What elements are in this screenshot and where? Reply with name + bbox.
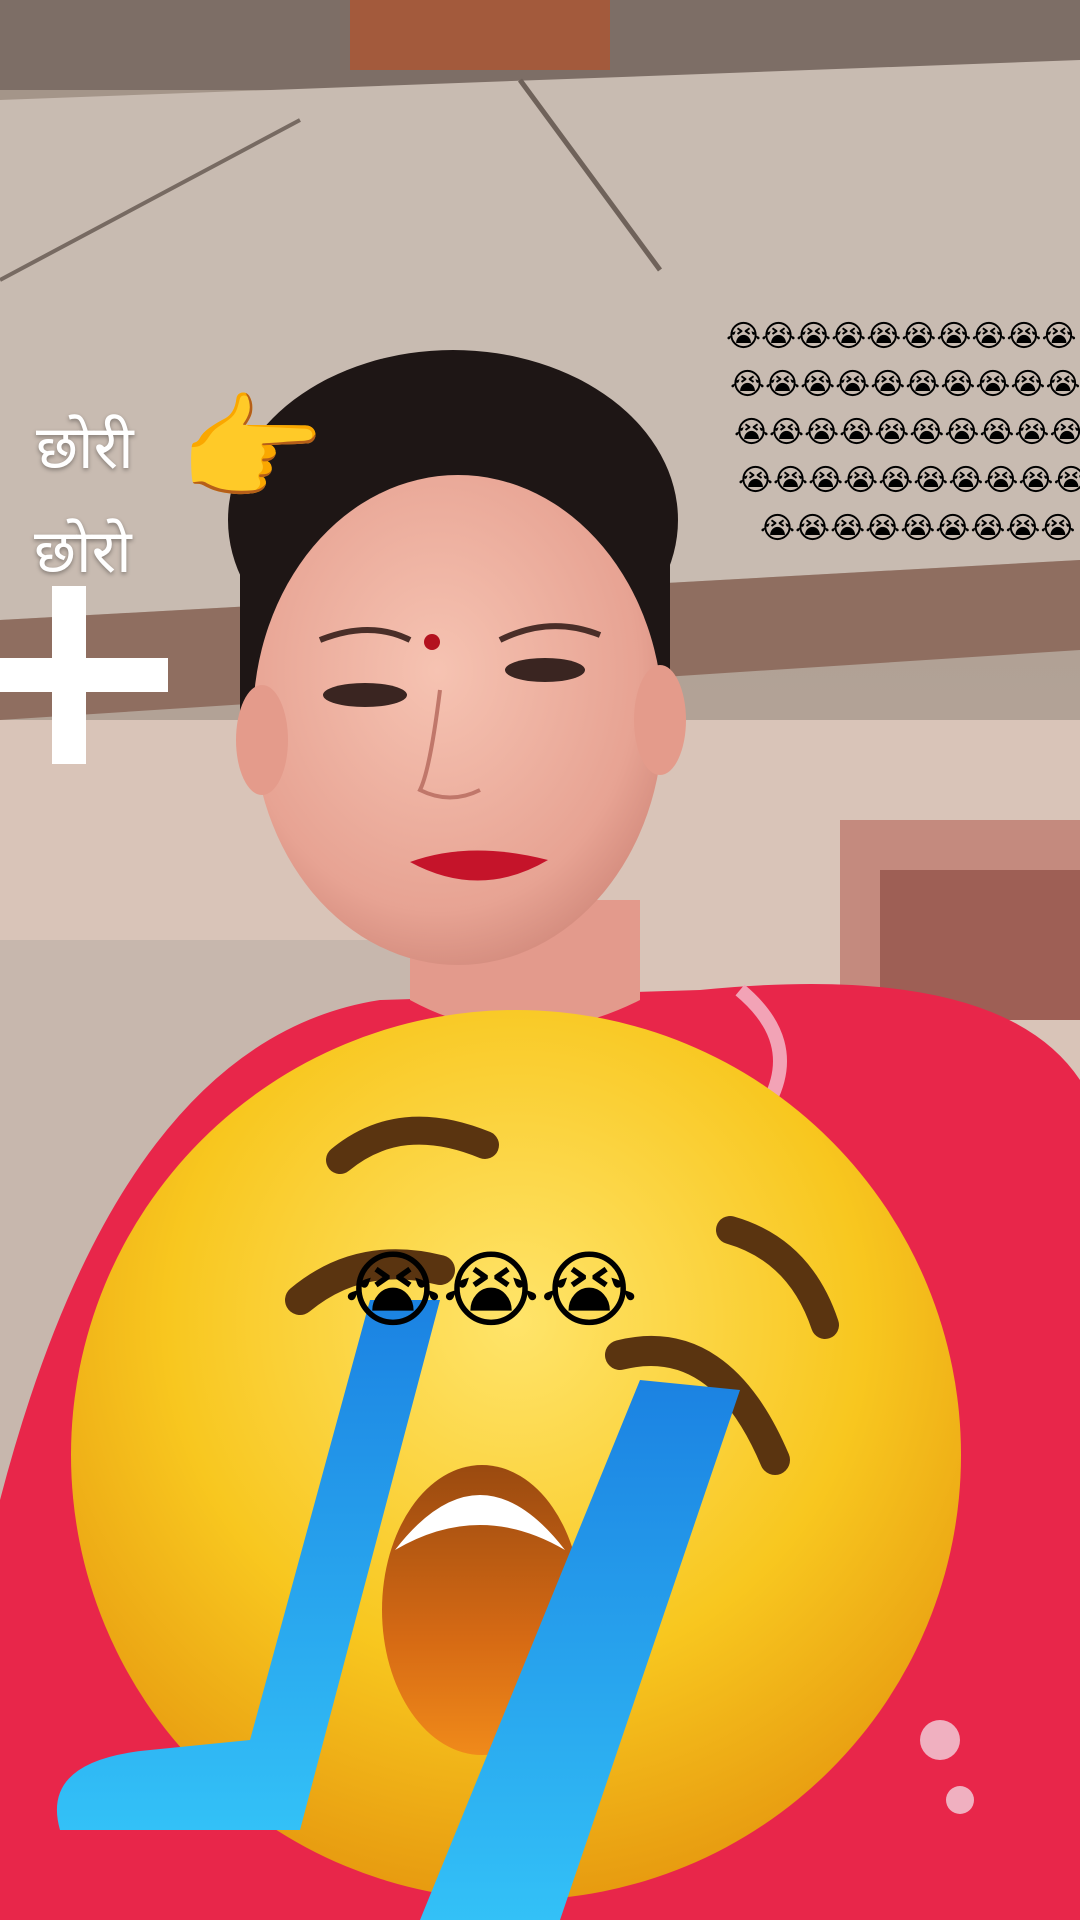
- caption-word-chhoro: छोरो: [34, 517, 132, 587]
- video-frame: छोरी छोरो 👉 😭😭😭😭😭😭😭😭😭😭 😭😭😭😭😭😭😭😭😭😭 😭😭😭😭😭😭…: [0, 0, 1080, 1920]
- crying-emoji-trio: 😭😭😭: [344, 1241, 639, 1339]
- crying-emoji-row: 😭😭😭😭😭😭😭😭😭😭: [738, 463, 1080, 498]
- background-photo: [0, 0, 1080, 1920]
- crying-emoji-row: 😭😭😭😭😭😭😭😭😭😭: [726, 319, 1077, 354]
- plus-icon: [0, 586, 168, 764]
- caption-word-chhori: छोरी: [36, 413, 134, 483]
- crying-emoji-row: 😭😭😭😭😭😭😭😭😭😭: [730, 367, 1080, 402]
- window-top: [350, 0, 610, 70]
- crying-emoji-row: 😭😭😭😭😭😭😭😭😭: [760, 511, 1076, 546]
- crying-emoji-row: 😭😭😭😭😭😭😭😭😭😭: [734, 415, 1080, 450]
- pointing-hand-emoji: 👉: [178, 380, 325, 518]
